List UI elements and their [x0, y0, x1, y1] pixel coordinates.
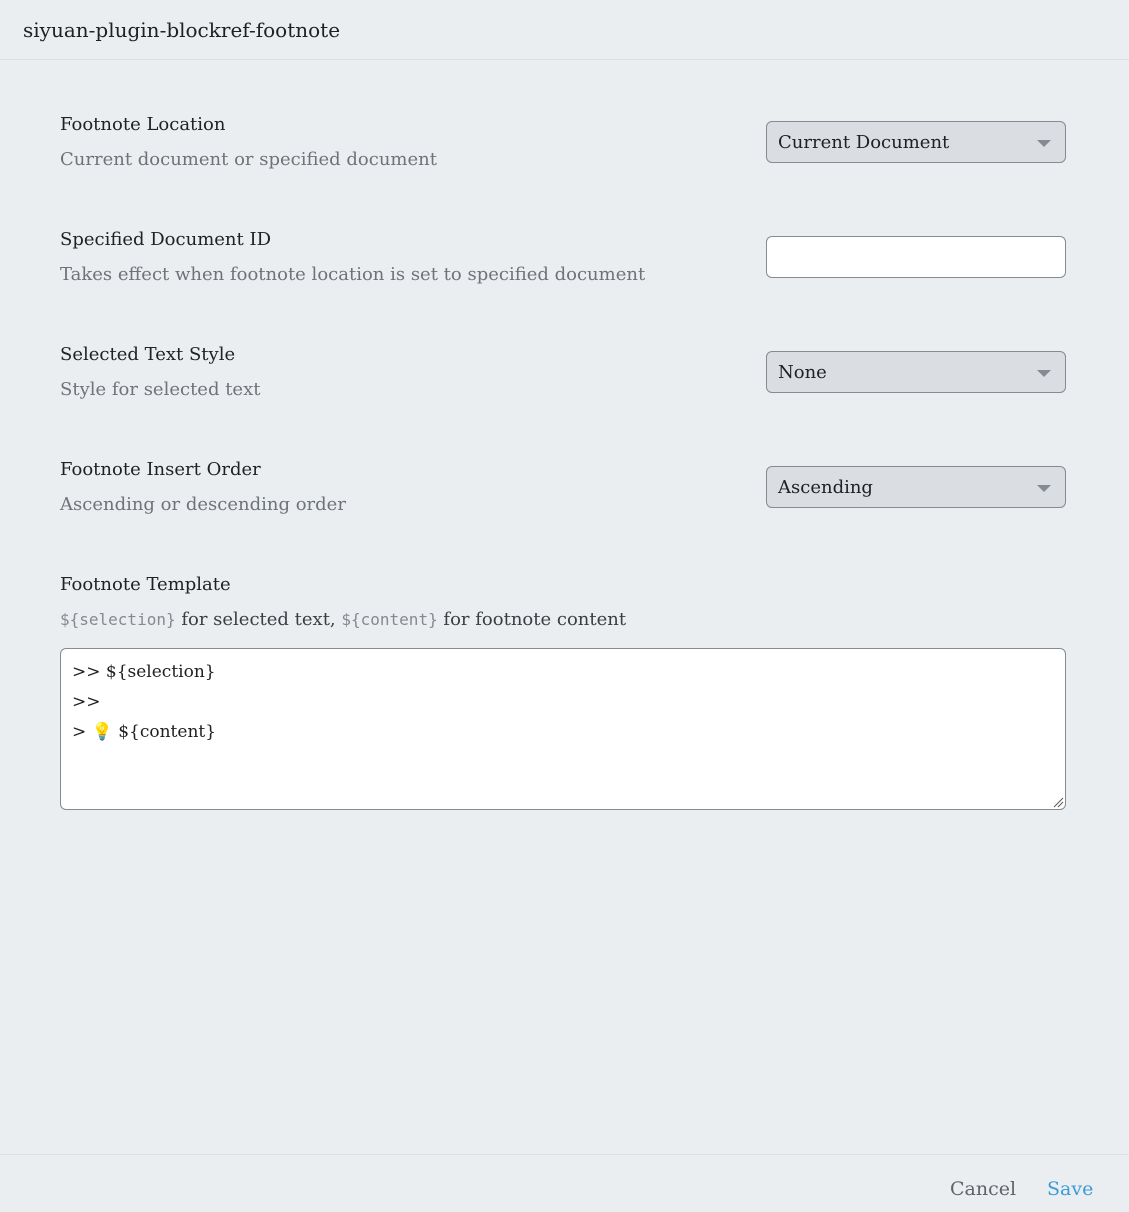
setting-selected-text-style: Selected Text Style Style for selected t… [60, 342, 1066, 402]
setting-label: Footnote Insert Order [60, 459, 261, 480]
setting-description: Takes effect when footnote location is s… [60, 264, 646, 285]
code-selection: ${selection} [60, 610, 176, 629]
footnote-insert-order-select[interactable]: Ascending [766, 466, 1066, 508]
setting-label: Footnote Location [60, 114, 226, 135]
save-button[interactable]: Save [1047, 1175, 1093, 1203]
cancel-button[interactable]: Cancel [950, 1175, 1016, 1203]
setting-description: ${selection} for selected text, ${conten… [60, 607, 1066, 633]
desc-text: for selected text, [175, 609, 342, 630]
selected-text-style-select[interactable]: None [766, 351, 1066, 393]
caret-down-icon [1037, 370, 1051, 377]
setting-label: Footnote Template [60, 574, 231, 595]
setting-footnote-insert-order: Footnote Insert Order Ascending or desce… [60, 457, 1066, 517]
setting-label: Specified Document ID [60, 229, 271, 250]
caret-down-icon [1037, 485, 1051, 492]
select-value: Current Document [778, 132, 950, 153]
resize-handle-icon[interactable] [1052, 796, 1064, 808]
footnote-location-select[interactable]: Current Document [766, 121, 1066, 163]
setting-footnote-template: Footnote Template ${selection} for selec… [60, 572, 1066, 810]
dialog-title: siyuan-plugin-blockref-footnote [23, 18, 341, 42]
caret-down-icon [1037, 140, 1051, 147]
setting-description: Style for selected text [60, 379, 261, 400]
code-content: ${content} [341, 610, 438, 629]
setting-description: Ascending or descending order [60, 494, 346, 515]
select-value: Ascending [778, 477, 873, 498]
select-value: None [778, 362, 827, 383]
document-id-input[interactable] [766, 236, 1066, 278]
dialog-header: siyuan-plugin-blockref-footnote [0, 0, 1129, 60]
setting-description: Current document or specified document [60, 149, 437, 170]
footnote-template-textarea[interactable]: >> ${selection} >> > 💡 ${content} [60, 648, 1066, 810]
dialog-footer: Cancel Save [0, 1154, 1129, 1212]
setting-label: Selected Text Style [60, 344, 236, 365]
setting-specified-document-id: Specified Document ID Takes effect when … [60, 227, 1066, 287]
desc-text: for footnote content [437, 609, 627, 630]
setting-footnote-location: Footnote Location Current document or sp… [60, 112, 1066, 172]
